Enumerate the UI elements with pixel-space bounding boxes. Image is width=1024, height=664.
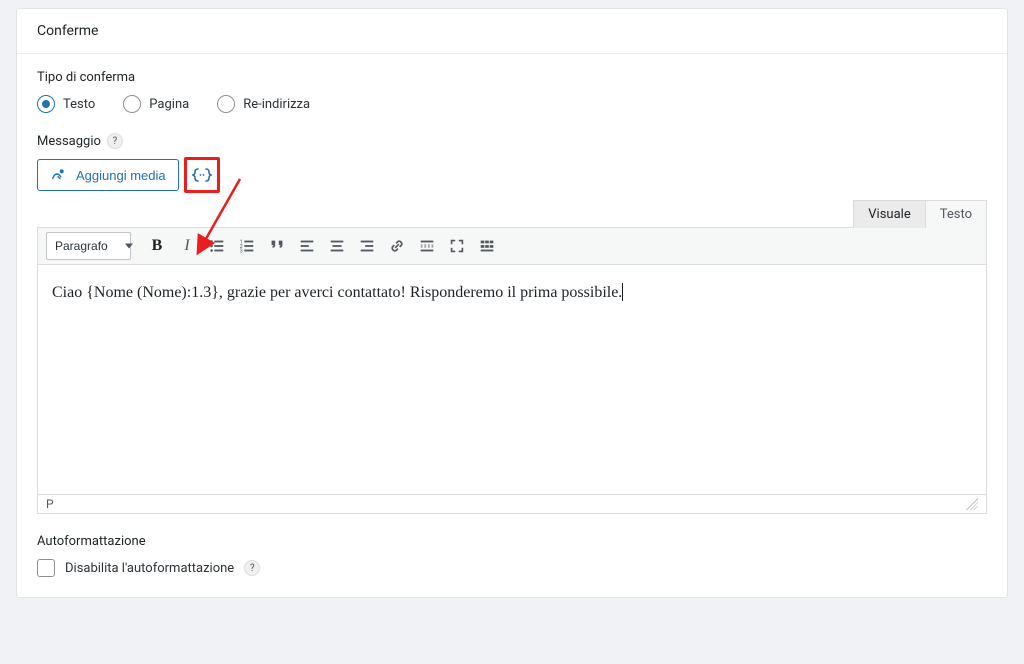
radio-page[interactable]: Pagina xyxy=(123,95,189,113)
confirmations-panel: Conferme Tipo di conferma Testo Pagina R… xyxy=(16,8,1008,598)
align-right-button[interactable] xyxy=(353,232,381,260)
merge-tag-button[interactable] xyxy=(187,160,217,190)
align-center-button[interactable] xyxy=(323,232,351,260)
numbered-list-button[interactable]: 123 xyxy=(233,232,261,260)
radio-label: Re-indirizza xyxy=(243,97,310,112)
radio-text[interactable]: Testo xyxy=(37,95,95,113)
media-icon xyxy=(50,165,68,186)
bullet-list-button[interactable] xyxy=(203,232,231,260)
format-select[interactable]: Paragrafo xyxy=(46,232,131,260)
help-icon[interactable]: ? xyxy=(107,133,123,149)
help-icon[interactable]: ? xyxy=(244,560,260,576)
disable-autoformat-label: Disabilita l'autoformattazione xyxy=(65,561,234,576)
editor-text: Ciao {Nome (Nome):1.3}, grazie per averc… xyxy=(52,284,622,301)
blockquote-button[interactable] xyxy=(263,232,291,260)
text-cursor xyxy=(622,283,623,301)
fullscreen-button[interactable] xyxy=(443,232,471,260)
link-button[interactable] xyxy=(383,232,411,260)
editor: Visuale Testo Paragrafo B I 123 xyxy=(37,199,987,514)
element-path[interactable]: P xyxy=(46,497,54,511)
resize-handle[interactable] xyxy=(966,498,978,510)
editor-content[interactable]: Ciao {Nome (Nome):1.3}, grazie per averc… xyxy=(37,265,987,495)
insert-more-button[interactable] xyxy=(413,232,441,260)
message-label: Messaggio ? xyxy=(37,133,987,149)
radio-indicator xyxy=(217,95,235,113)
editor-toolbar: Paragrafo B I 123 xyxy=(37,227,987,265)
format-select-wrap: Paragrafo xyxy=(46,232,141,260)
toolbar-toggle-button[interactable] xyxy=(473,232,501,260)
tab-text[interactable]: Testo xyxy=(925,200,987,228)
message-label-text: Messaggio xyxy=(37,134,101,149)
align-left-button[interactable] xyxy=(293,232,321,260)
add-media-label: Aggiungi media xyxy=(76,168,166,183)
media-button-row: Aggiungi media xyxy=(37,159,987,191)
bold-button[interactable]: B xyxy=(143,232,171,260)
autoformat-label: Autoformattazione xyxy=(37,534,987,549)
radio-label: Pagina xyxy=(149,97,189,112)
italic-button[interactable]: I xyxy=(173,232,201,260)
radio-label: Testo xyxy=(63,97,95,112)
svg-text:3: 3 xyxy=(240,248,243,254)
editor-path-bar: P xyxy=(37,495,987,514)
radio-indicator xyxy=(123,95,141,113)
disable-autoformat-row: Disabilita l'autoformattazione ? xyxy=(37,559,987,577)
editor-tabs: Visuale Testo xyxy=(37,199,987,227)
disable-autoformat-checkbox[interactable] xyxy=(37,559,55,577)
confirmation-type-radios: Testo Pagina Re-indirizza xyxy=(37,95,987,113)
annotation-highlight xyxy=(184,157,220,193)
radio-redirect[interactable]: Re-indirizza xyxy=(217,95,310,113)
add-media-button[interactable]: Aggiungi media xyxy=(37,159,179,191)
tab-visual[interactable]: Visuale xyxy=(853,200,925,228)
radio-indicator xyxy=(37,95,55,113)
panel-title: Conferme xyxy=(17,9,1007,54)
confirmation-type-label: Tipo di conferma xyxy=(37,70,987,85)
panel-body: Tipo di conferma Testo Pagina Re-indiriz… xyxy=(17,54,1007,597)
